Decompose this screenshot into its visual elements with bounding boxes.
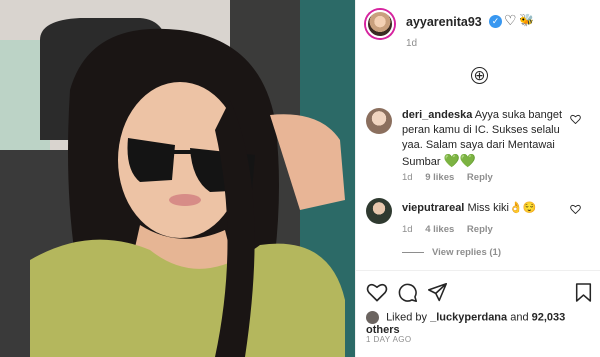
comment-text: deri_andeska Ayya suka banget peran kamu…	[402, 108, 572, 170]
post-date[interactable]: 1 DAY AGO	[366, 335, 412, 344]
bee-emoji: 🐝	[519, 13, 534, 27]
author-username[interactable]: ayyarenita93	[406, 15, 482, 29]
ok-hand-emoji: 👌😌	[509, 202, 537, 214]
comment-time[interactable]: 1d	[402, 172, 413, 183]
commenter-avatar[interactable]	[366, 198, 392, 224]
post-timestamp[interactable]: 1d	[406, 38, 417, 49]
comment-text: vieputrareal Miss kiki👌😌	[402, 201, 572, 216]
post-header: ayyarenita93 ✓ ♡ 🐝 1d	[356, 0, 600, 60]
commenter-username[interactable]: deri_andeska	[402, 109, 472, 121]
liker-avatar[interactable]	[366, 311, 379, 324]
comment-icon[interactable]	[397, 282, 418, 308]
green-heart-emoji: 💚💚	[443, 153, 476, 168]
heart-icon[interactable]	[366, 282, 388, 307]
view-replies-label: View replies (1)	[432, 247, 501, 258]
reply-button[interactable]: Reply	[467, 172, 493, 183]
comment-meta: 1d 9 likes Reply	[402, 172, 503, 183]
action-bar	[356, 282, 600, 306]
liked-by-connector: and	[510, 311, 529, 324]
verified-badge-icon: ✓	[489, 15, 502, 28]
heart-emoji: ♡	[504, 12, 517, 28]
post-panel: ayyarenita93 ✓ ♡ 🐝 1d ⊕ deri_andeska Ayy…	[355, 0, 600, 357]
liker-username[interactable]: _luckyperdana	[430, 311, 507, 323]
post-photo[interactable]	[0, 0, 355, 357]
author-avatar[interactable]	[366, 10, 394, 38]
share-icon[interactable]	[427, 282, 448, 308]
photo-illustration	[0, 0, 355, 357]
comment-like-icon[interactable]	[570, 114, 581, 127]
comment-message: Miss kiki	[467, 202, 509, 214]
liked-by-line: Liked by _luckyperdana and 92,033 others	[366, 311, 600, 336]
comment-time[interactable]: 1d	[402, 224, 413, 235]
replies-divider-line	[402, 251, 424, 253]
commenter-username[interactable]: vieputrareal	[402, 202, 464, 214]
comment-likes[interactable]: 4 likes	[425, 224, 454, 235]
bookmark-icon[interactable]	[575, 282, 592, 308]
view-replies-button[interactable]: View replies (1)	[402, 247, 501, 258]
comment-likes[interactable]: 9 likes	[425, 172, 454, 183]
comment-meta: 1d 4 likes Reply	[402, 224, 503, 235]
load-more-comments-button[interactable]: ⊕	[471, 67, 488, 84]
reply-button[interactable]: Reply	[467, 224, 493, 235]
comment-like-icon[interactable]	[570, 204, 581, 217]
commenter-avatar[interactable]	[366, 108, 392, 134]
section-divider	[356, 270, 600, 271]
liked-by-prefix: Liked by	[386, 311, 428, 324]
